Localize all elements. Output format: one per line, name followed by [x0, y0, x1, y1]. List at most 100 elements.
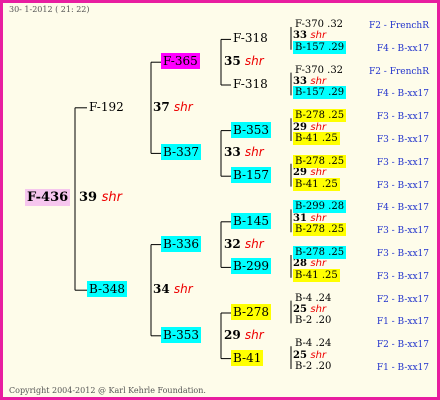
gen4-node-2-text: F-370 .32	[295, 64, 344, 76]
pair-number: 25	[293, 304, 311, 315]
great-grandparent-node-7[interactable]: B-41	[231, 349, 264, 366]
gen4-node-4-text: B-278 .25	[293, 109, 347, 123]
gen4-node-7[interactable]: B-41 .25	[293, 177, 340, 191]
breeder-label-3: F4 - B-xx17	[376, 89, 429, 100]
gen4-node-14[interactable]: B-4 .24	[293, 338, 333, 350]
breeder-label-13: F1 - B-xx17	[376, 317, 429, 328]
grandparent-node-2[interactable]: B-336	[161, 235, 201, 252]
pair-number: 39	[79, 190, 102, 205]
great-grandparent-node-6[interactable]: B-278	[231, 304, 271, 320]
grandparent-node-2-text: B-336	[161, 235, 201, 252]
parent-node-1-text: B-348	[87, 281, 127, 298]
parent-node-0[interactable]: F-192	[87, 100, 126, 114]
gen4-node-3-text: B-157 .29	[293, 86, 347, 100]
great-grandparent-node-3[interactable]: B-157	[231, 167, 271, 184]
pair-number: 29	[293, 121, 311, 133]
parent-node-1[interactable]: B-348	[87, 281, 127, 298]
great-grandparent-node-0[interactable]: F-318	[231, 31, 270, 45]
grandparent-node-0-text: F-365	[161, 53, 200, 70]
pair-shr: shr	[310, 304, 327, 315]
grandparent-node-3[interactable]: B-353	[161, 326, 201, 343]
great-grandparent-node-1-text: F-318	[233, 77, 268, 91]
gen4-node-1-text: B-157 .29	[293, 40, 347, 54]
pair-number: 31	[293, 212, 311, 224]
great-grandparent-node-4-text: B-145	[231, 212, 271, 229]
root-node-text: F-436	[25, 189, 71, 206]
grandparent-pair-1: 33 shr	[224, 145, 264, 159]
gen4-node-9-text: B-278 .25	[293, 223, 347, 237]
breeder-label-2: F2 - FrenchR	[368, 66, 429, 77]
gen4-node-11[interactable]: B-41 .25	[293, 268, 340, 282]
gen4-node-7-text: B-41 .25	[293, 177, 340, 191]
copyright-footer: Copyright 2004-2012 @ Karl Kehrle Founda…	[9, 386, 206, 395]
pair-number: 35	[224, 54, 245, 69]
pair-shr: shr	[244, 327, 264, 342]
gen4-node-13[interactable]: B-2 .20	[293, 315, 333, 327]
great-grandparent-node-2[interactable]: B-353	[231, 121, 271, 138]
great-grandparent-node-5[interactable]: B-299	[231, 258, 271, 275]
gen4-node-15[interactable]: B-2 .20	[293, 361, 333, 373]
pair-shr: shr	[244, 236, 264, 251]
gen4-node-9[interactable]: B-278 .25	[293, 223, 347, 237]
great-grandparent-node-3-text: B-157	[231, 167, 271, 184]
pair-shr: shr	[244, 54, 264, 69]
great-grandparent-node-1[interactable]: F-318	[231, 77, 270, 91]
pair-shr: shr	[173, 99, 193, 114]
breeder-label-1: F4 - B-xx17	[376, 43, 429, 54]
grandparent-pair-3: 29 shr	[224, 328, 264, 342]
breeder-label-7: F3 - B-xx17	[376, 180, 429, 191]
grandparent-node-1[interactable]: B-337	[161, 144, 201, 161]
gen4-node-8[interactable]: B-299 .28	[293, 200, 347, 214]
gen4-node-15-text: B-2 .20	[295, 361, 332, 372]
pair-number: 29	[224, 327, 245, 342]
pair-shr: shr	[101, 190, 122, 205]
breeder-label-15: F1 - B-xx17	[376, 363, 429, 373]
gen4-node-2[interactable]: F-370 .32	[293, 65, 345, 77]
great-grandparent-node-6-text: B-278	[231, 304, 271, 320]
pair-shr: shr	[310, 212, 327, 224]
gen4-node-12-text: B-4 .24	[295, 292, 332, 304]
gen4-node-0[interactable]: F-370 .32	[293, 19, 345, 31]
pair-shr: shr	[310, 258, 327, 270]
gen4-node-12[interactable]: B-4 .24	[293, 293, 333, 305]
pair-number: 34	[153, 282, 174, 297]
root-node[interactable]: F-436	[25, 189, 71, 206]
gen4-node-6-text: B-278 .25	[293, 154, 347, 168]
pair-shr: shr	[310, 167, 327, 179]
pair-shr: shr	[244, 145, 264, 160]
breeder-label-11: F3 - B-xx17	[376, 271, 429, 282]
breeder-label-6: F3 - B-xx17	[376, 157, 429, 168]
gen4-node-10[interactable]: B-278 .25	[293, 246, 347, 259]
gen4-node-5[interactable]: B-41 .25	[293, 132, 340, 145]
gen4-node-0-text: F-370 .32	[295, 19, 344, 30]
timestamp-header: 30- 1-2012 ( 21: 22)	[9, 5, 90, 14]
gen4-node-3[interactable]: B-157 .29	[293, 86, 347, 100]
pair-shr: shr	[310, 121, 327, 133]
grandparent-pair-2: 32 shr	[224, 237, 264, 251]
pair-number: 32	[224, 236, 245, 251]
pair-number: 37	[153, 99, 174, 114]
great-grandparent-node-0-text: F-318	[233, 31, 268, 46]
gen4-node-6[interactable]: B-278 .25	[293, 154, 347, 168]
pair-shr: shr	[310, 30, 327, 42]
gen4-node-10-text: B-278 .25	[293, 246, 347, 259]
pedigree-frame: 30- 1-2012 ( 21: 22) F-436 39 shr F-192 B-3…	[0, 0, 440, 400]
breeder-label-10: F3 - B-xx17	[376, 249, 429, 259]
gen4-node-4[interactable]: B-278 .25	[293, 109, 347, 123]
pair-number: 25	[293, 349, 311, 361]
breeder-label-0: F2 - FrenchR	[368, 21, 429, 31]
breeder-label-4: F3 - B-xx17	[376, 112, 429, 123]
pair-number: 29	[293, 167, 311, 179]
gen4-node-11-text: B-41 .25	[293, 268, 340, 282]
gen4-node-5-text: B-41 .25	[293, 132, 340, 145]
pair-number: 33	[293, 76, 311, 87]
gen4-node-14-text: B-4 .24	[295, 338, 332, 350]
parent-pair-0: 37 shr	[153, 100, 193, 114]
parent-pair-1: 34 shr	[153, 282, 193, 296]
breeder-label-14: F2 - B-xx17	[376, 340, 429, 351]
grandparent-node-0[interactable]: F-365	[161, 53, 200, 70]
gen4-node-1[interactable]: B-157 .29	[293, 40, 347, 54]
great-grandparent-node-4[interactable]: B-145	[231, 212, 271, 229]
pair-shr: shr	[310, 76, 327, 87]
great-grandparent-node-7-text: B-41	[231, 349, 264, 366]
